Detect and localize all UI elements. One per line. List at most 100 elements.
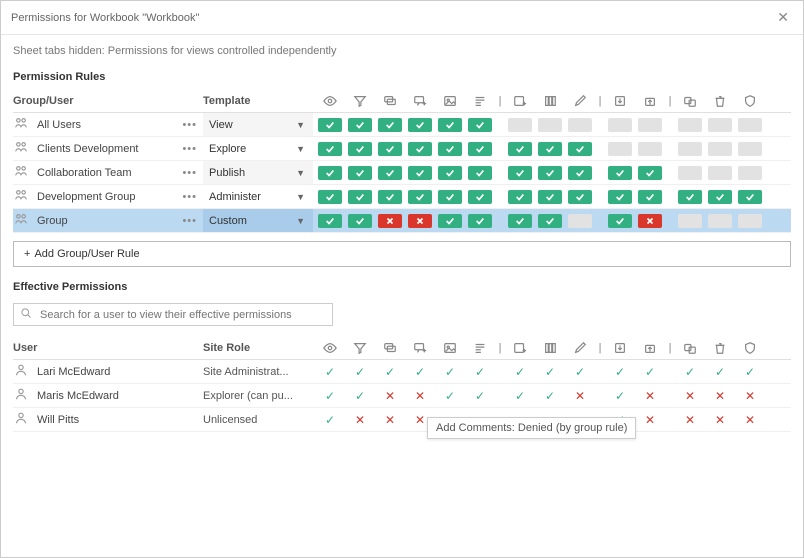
permission-cell[interactable] xyxy=(405,190,435,204)
permission-cell[interactable] xyxy=(435,166,465,180)
effective-permission-cell: ✓ xyxy=(535,365,565,379)
permission-cell[interactable] xyxy=(465,142,495,156)
permission-cell[interactable] xyxy=(675,142,705,156)
permission-cell[interactable] xyxy=(405,166,435,180)
effective-permission-cell: ✓ xyxy=(635,365,665,379)
permission-cell[interactable] xyxy=(375,166,405,180)
permission-cell[interactable] xyxy=(465,118,495,132)
permission-cell[interactable] xyxy=(675,166,705,180)
permission-cell[interactable] xyxy=(315,214,345,228)
permission-cell[interactable] xyxy=(605,142,635,156)
permission-cell[interactable] xyxy=(705,118,735,132)
permission-cell[interactable] xyxy=(735,190,765,204)
download-workbook-icon xyxy=(605,94,635,108)
rule-row[interactable]: Group•••Custom▼ xyxy=(13,209,791,233)
rule-row[interactable]: Collaboration Team•••Publish▼ xyxy=(13,161,791,185)
permission-cell[interactable] xyxy=(435,142,465,156)
permission-cell[interactable] xyxy=(405,118,435,132)
permission-column-icons: ||| xyxy=(313,94,791,108)
permission-cell[interactable] xyxy=(505,166,535,180)
permission-cell[interactable] xyxy=(635,142,665,156)
permission-cell[interactable] xyxy=(375,142,405,156)
permission-cell[interactable] xyxy=(705,142,735,156)
close-icon[interactable]: ✕ xyxy=(773,7,793,28)
permission-cell[interactable] xyxy=(735,142,765,156)
permission-cell[interactable] xyxy=(315,118,345,132)
user-name: Will Pitts xyxy=(37,414,203,426)
effective-search-input[interactable] xyxy=(38,308,326,322)
row-more-icon[interactable]: ••• xyxy=(176,167,203,179)
permission-cell[interactable] xyxy=(535,142,565,156)
permission-cell[interactable] xyxy=(345,190,375,204)
template-select[interactable]: View▼ xyxy=(203,113,313,136)
permission-cell[interactable] xyxy=(345,118,375,132)
permission-cell[interactable] xyxy=(565,142,595,156)
effective-permission-cell: ✓ xyxy=(505,365,535,379)
permission-cell[interactable] xyxy=(635,118,665,132)
add-group-user-rule-button[interactable]: + Add Group/User Rule xyxy=(13,241,791,267)
permission-cell[interactable] xyxy=(635,166,665,180)
filter-icon xyxy=(345,94,375,108)
permission-cell[interactable] xyxy=(465,166,495,180)
permission-cell[interactable] xyxy=(605,118,635,132)
row-more-icon[interactable]: ••• xyxy=(176,119,203,131)
permission-cell[interactable] xyxy=(375,190,405,204)
permission-cell[interactable] xyxy=(565,166,595,180)
template-select[interactable]: Explore▼ xyxy=(203,137,313,160)
rule-row[interactable]: Development Group•••Administer▼ xyxy=(13,185,791,209)
permission-cell[interactable] xyxy=(505,142,535,156)
row-more-icon[interactable]: ••• xyxy=(176,215,203,227)
permission-cell[interactable] xyxy=(675,214,705,228)
effective-permission-cell: ✕ xyxy=(705,413,735,427)
permission-cell[interactable] xyxy=(565,190,595,204)
permission-cell[interactable] xyxy=(465,190,495,204)
permission-cell[interactable] xyxy=(405,142,435,156)
permission-cell[interactable] xyxy=(345,142,375,156)
permission-cell[interactable] xyxy=(375,118,405,132)
permission-cell[interactable] xyxy=(735,118,765,132)
permission-cell[interactable] xyxy=(405,214,435,228)
effective-permission-cell: ✓ xyxy=(345,365,375,379)
permission-cell[interactable] xyxy=(315,142,345,156)
permission-cell[interactable] xyxy=(735,214,765,228)
permission-cell[interactable] xyxy=(675,118,705,132)
permission-cell[interactable] xyxy=(505,190,535,204)
permission-cell[interactable] xyxy=(565,214,595,228)
template-select[interactable]: Publish▼ xyxy=(203,161,313,184)
permission-cell[interactable] xyxy=(315,190,345,204)
permission-cell[interactable] xyxy=(605,190,635,204)
permission-cell[interactable] xyxy=(435,118,465,132)
permission-cell[interactable] xyxy=(345,166,375,180)
permission-cell[interactable] xyxy=(635,214,665,228)
permission-cell[interactable] xyxy=(535,166,565,180)
permission-cell[interactable] xyxy=(435,190,465,204)
permission-cell[interactable] xyxy=(505,214,535,228)
permission-cell[interactable] xyxy=(535,214,565,228)
permission-cell[interactable] xyxy=(565,118,595,132)
permission-cell[interactable] xyxy=(705,190,735,204)
permission-cell[interactable] xyxy=(605,214,635,228)
effective-search[interactable] xyxy=(13,303,333,326)
permission-cell[interactable] xyxy=(705,214,735,228)
move-icon xyxy=(675,94,705,108)
row-more-icon[interactable]: ••• xyxy=(176,143,203,155)
rule-row[interactable]: All Users•••View▼ xyxy=(13,113,791,137)
permission-cell[interactable] xyxy=(535,118,565,132)
permission-cell[interactable] xyxy=(375,214,405,228)
permission-cell[interactable] xyxy=(635,190,665,204)
rule-row[interactable]: Clients Development•••Explore▼ xyxy=(13,137,791,161)
permission-cell[interactable] xyxy=(605,166,635,180)
template-select[interactable]: Administer▼ xyxy=(203,185,313,208)
permission-cell[interactable] xyxy=(465,214,495,228)
permission-cell[interactable] xyxy=(345,214,375,228)
permission-cell[interactable] xyxy=(435,214,465,228)
template-select[interactable]: Custom▼ xyxy=(203,209,313,232)
permission-cell[interactable] xyxy=(705,166,735,180)
site-role-value: Explorer (can pu... xyxy=(203,390,313,402)
permission-cell[interactable] xyxy=(535,190,565,204)
row-more-icon[interactable]: ••• xyxy=(176,191,203,203)
permission-cell[interactable] xyxy=(675,190,705,204)
permission-cell[interactable] xyxy=(735,166,765,180)
permission-cell[interactable] xyxy=(505,118,535,132)
permission-cell[interactable] xyxy=(315,166,345,180)
